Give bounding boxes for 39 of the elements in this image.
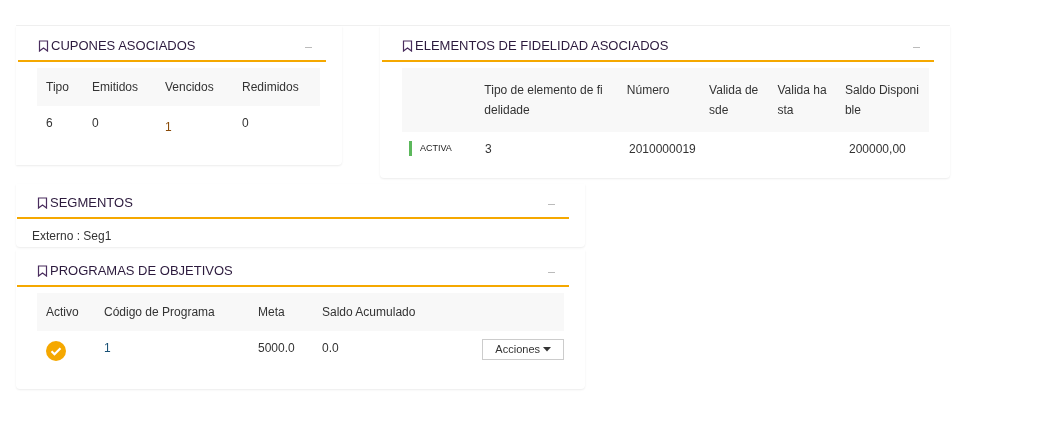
column-header: Activo: [45, 303, 80, 321]
column-header: Tipo de elemento de fidelidade: [483, 81, 604, 119]
status-label: ACTIVA: [420, 141, 452, 155]
column-header: Meta: [257, 303, 286, 321]
section-title: CUPONES ASOCIADOS: [51, 37, 196, 55]
column-header: Código de Programa: [103, 303, 216, 321]
table-cell-text: 6: [45, 114, 54, 132]
bookmark-icon: [402, 39, 413, 52]
table-cell-text: 200000,00: [848, 140, 907, 158]
minimize-icon[interactable]: [305, 47, 312, 49]
table-cell-text: 5000.0: [257, 339, 296, 357]
bookmark-icon: [37, 264, 48, 277]
section-title: ELEMENTOS DE FIDELIDAD ASOCIADOS: [415, 37, 669, 55]
segment-text: Externo : Seg1: [31, 227, 112, 245]
bookmark-icon: [37, 196, 48, 209]
minimize-icon[interactable]: [548, 272, 555, 274]
table-cell-text: 0.0: [321, 339, 340, 357]
table-link[interactable]: 1: [95, 338, 249, 357]
column-header: Número: [625, 81, 671, 99]
column-header: Saldo Acumulado: [321, 303, 417, 321]
minimize-icon[interactable]: [913, 47, 920, 49]
column-header: Emitidos: [91, 78, 139, 96]
column-header: Redimidos: [241, 78, 300, 96]
column-header: Vencidos: [164, 78, 215, 96]
table-cell-text: 0: [241, 114, 250, 132]
column-header: Valida desde: [708, 81, 760, 119]
column-header: Tipo: [45, 78, 70, 96]
bookmark-icon: [38, 39, 49, 52]
table-cell-text: 2010000019: [628, 140, 697, 158]
column-header: Saldo Disponible: [843, 81, 920, 119]
caret-icon: [543, 346, 551, 352]
column-header: Valida hasta: [776, 81, 828, 119]
table-cell-text: 3: [484, 140, 493, 158]
table-link[interactable]: 1: [156, 113, 233, 136]
minimize-icon[interactable]: [548, 204, 555, 206]
table-cell-text: 0: [91, 114, 100, 132]
section-title: SEGMENTOS: [50, 194, 133, 212]
actions-button[interactable]: Acciones: [482, 338, 564, 360]
section-title: PROGRAMAS DE OBJETIVOS: [50, 262, 233, 280]
